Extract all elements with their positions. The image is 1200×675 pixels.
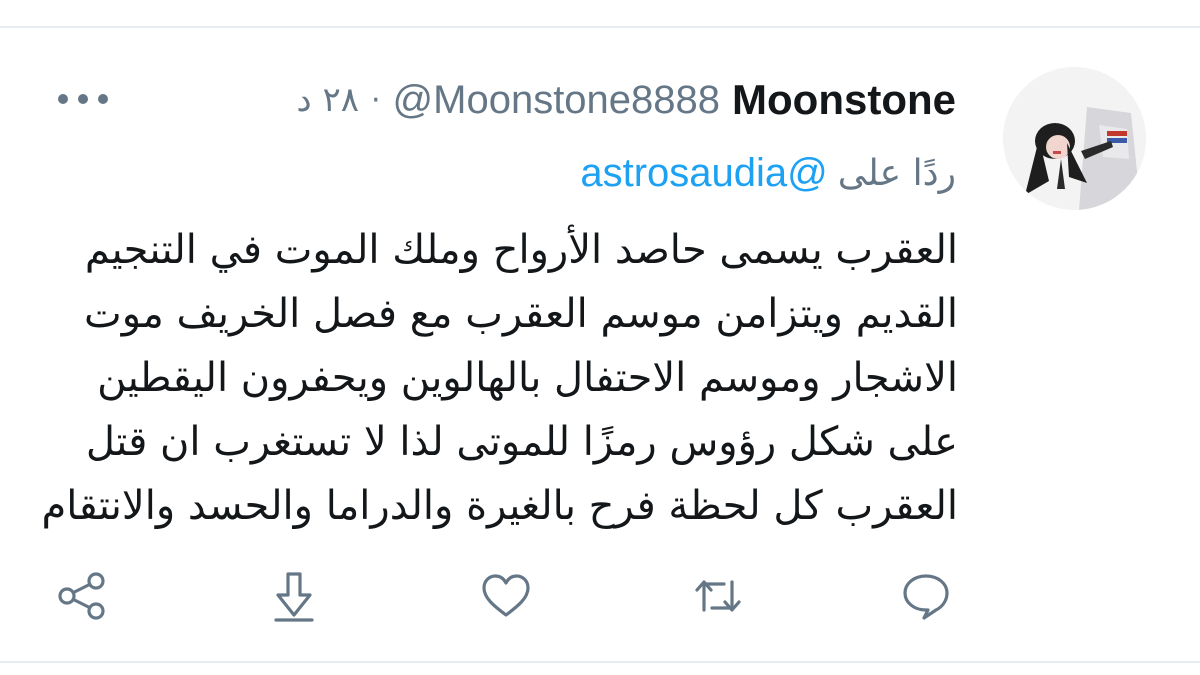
tweet-text: العقرب يسمى حاصد الأرواح وملك الموت في ا… [41, 218, 958, 538]
avatar-image [1003, 67, 1146, 210]
download-icon [274, 572, 314, 622]
replying-to-label: ردًا على [837, 152, 956, 194]
save-button[interactable] [266, 568, 322, 624]
more-options-button[interactable] [58, 91, 108, 107]
timestamp[interactable]: ٢٨ د [297, 80, 359, 120]
tweet-header: Moonstone @Moonstone8888 · ٢٨ د [297, 74, 957, 126]
tweet-text-line: على شكل رؤوس رمزًا للموتى لذا لا تستغرب … [85, 419, 958, 465]
bottom-divider [0, 661, 1200, 663]
heart-icon [482, 574, 530, 617]
share-icon [58, 572, 105, 620]
avatar[interactable] [1003, 67, 1146, 210]
retweet-button[interactable] [690, 568, 746, 624]
tweet-text-line: الاشجار وموسم الاحتفال بالهالوين ويحفرون… [97, 355, 958, 401]
like-button[interactable] [478, 568, 534, 624]
user-handle[interactable]: @Moonstone8888 [393, 78, 721, 123]
more-dot-icon [78, 94, 88, 104]
more-dot-icon [58, 94, 68, 104]
tweet-text-line: القديم ويتزامن موسم العقرب مع فصل الخريف… [84, 291, 958, 337]
top-divider [0, 26, 1200, 28]
tweet-text-line: العقرب كل لحظة فرح بالغيرة والدراما والح… [41, 483, 958, 529]
share-button[interactable] [54, 568, 110, 624]
tweet-text-line: العقرب يسمى حاصد الأرواح وملك الموت في ا… [84, 227, 958, 273]
retweet-icon [695, 580, 741, 612]
reply-icon [903, 574, 949, 620]
dot-separator: · [370, 82, 381, 118]
replying-to: ردًا على astrosaudia@ [580, 148, 956, 198]
display-name[interactable]: Moonstone [732, 76, 956, 124]
replying-to-handle-link[interactable]: astrosaudia@ [580, 151, 827, 196]
more-dot-icon [98, 94, 108, 104]
reply-button[interactable] [898, 568, 954, 624]
